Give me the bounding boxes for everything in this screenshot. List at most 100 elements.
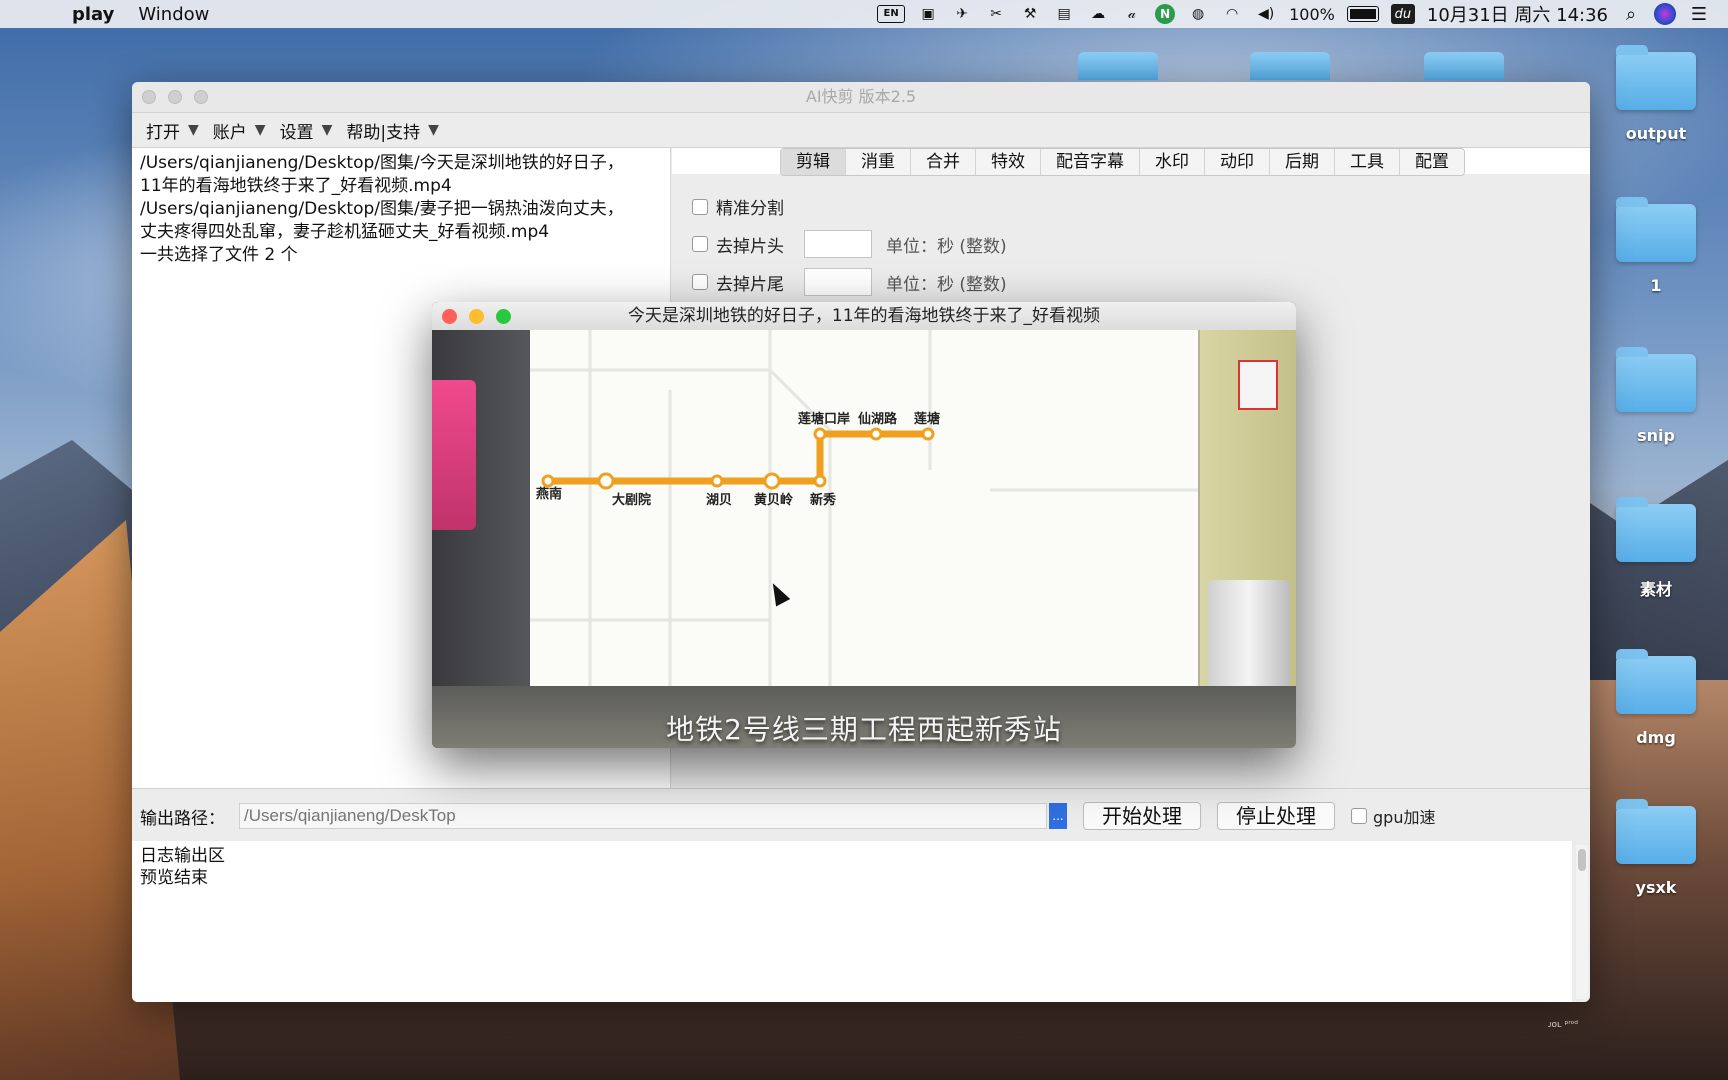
wechat-icon[interactable]: ◍ — [1187, 4, 1209, 24]
list-icon[interactable]: ☰ — [1688, 4, 1710, 25]
menu-settings[interactable]: 设置 ▼ — [280, 118, 333, 143]
send-icon[interactable]: ✈ — [951, 4, 973, 24]
trim-head-checkbox[interactable] — [692, 236, 708, 252]
station-label-liantangkouan: 莲塘口岸 — [798, 411, 850, 427]
desktop-folder-output[interactable]: output — [1590, 45, 1722, 143]
tab-dedup[interactable]: 消重 — [845, 149, 910, 175]
file-list-line: /Users/qianjianeng/Desktop/图集/妻子把一锅热油泼向丈… — [140, 199, 624, 219]
gpu-accel-option[interactable]: gpu加速 — [1351, 804, 1435, 828]
tab-edit[interactable]: 剪辑 — [781, 149, 845, 175]
option-trim-tail: 去掉片尾 单位：秒 (整数) — [692, 268, 1007, 296]
folder-label: snip — [1637, 426, 1675, 445]
folder-icon[interactable] — [1424, 52, 1504, 80]
folder-icon[interactable] — [1250, 52, 1330, 80]
app-menu-play[interactable]: play — [72, 4, 114, 25]
caret-down-icon: ▼ — [321, 122, 333, 138]
scissors-icon[interactable]: ✂ — [985, 4, 1007, 24]
log-line: 日志输出区 — [140, 846, 225, 866]
station-dot — [869, 427, 883, 441]
menu-open[interactable]: 打开 ▼ — [146, 118, 199, 143]
browse-button[interactable]: ... — [1049, 803, 1067, 829]
log-output[interactable]: 日志输出区 预览结束 — [132, 841, 1572, 1002]
menu-account[interactable]: 账户 ▼ — [213, 118, 266, 143]
trim-tail-label: 去掉片尾 — [716, 274, 784, 295]
minimize-button[interactable] — [168, 90, 182, 104]
metro-map-graphic: 燕南 大剧院 湖贝 黄贝岭 新秀 莲塘口岸 仙湖路 莲塘 — [530, 330, 1198, 686]
menu-help[interactable]: 帮助|支持 ▼ — [346, 118, 439, 143]
desktop-folder-1[interactable]: 1 — [1590, 197, 1722, 295]
menu-window[interactable]: Window — [138, 4, 209, 25]
station-label-xinxiu: 新秀 — [810, 492, 837, 508]
preview-zoom-button[interactable] — [496, 309, 511, 324]
folder-icon — [1616, 497, 1696, 562]
option-precise-split[interactable]: 精准分割 — [692, 194, 784, 219]
station-dot — [813, 427, 827, 441]
desktop-folder-snip[interactable]: snip — [1590, 347, 1722, 445]
tab-config[interactable]: 配置 — [1399, 149, 1464, 175]
preview-titlebar[interactable]: 今天是深圳地铁的好日子，11年的看海地铁终于来了_好看视频 — [432, 302, 1296, 331]
window-titlebar[interactable]: AI快剪 版本2.5 — [132, 82, 1590, 113]
tab-dubbing-subtitles[interactable]: 配音字幕 — [1040, 149, 1139, 175]
tab-tools[interactable]: 工具 — [1334, 149, 1399, 175]
tab-watermark[interactable]: 水印 — [1139, 149, 1204, 175]
station-label-dajuyuan: 大剧院 — [612, 492, 651, 508]
menu-help-label: 帮助|支持 — [346, 122, 421, 143]
preview-minimize-button[interactable] — [469, 309, 484, 324]
station-label-xianhulu: 仙湖路 — [858, 411, 898, 427]
menu-account-label: 账户 — [212, 122, 247, 143]
folder-label: 1 — [1650, 276, 1662, 295]
output-path-input[interactable] — [239, 803, 1047, 829]
tab-dynamic-print[interactable]: 动印 — [1204, 149, 1269, 175]
stop-processing-button[interactable]: 停止处理 — [1217, 802, 1335, 830]
file-count-text: 一共选择了文件 2 个 — [140, 245, 298, 265]
system-menu-bar: play Window EN ▣ ✈ ✂ ⚒ ▤ ☁ 𝒶 N ◍ ◠ ◀) 10… — [0, 0, 1728, 28]
screen-record-icon[interactable]: ▣ — [917, 4, 939, 24]
desktop-folder-dmg[interactable]: dmg — [1590, 649, 1722, 747]
docker-icon[interactable]: ▤ — [1053, 4, 1075, 24]
log-scrollbar[interactable] — [1576, 845, 1588, 999]
zoom-button[interactable] — [194, 90, 208, 104]
trim-head-seconds-input[interactable] — [804, 230, 872, 258]
trim-head-unit: 单位：秒 (整数) — [886, 236, 1007, 257]
siri-icon[interactable] — [1654, 3, 1676, 25]
input-source-icon[interactable]: EN — [877, 5, 906, 23]
function-tabs: 剪辑 消重 合并 特效 配音字幕 水印 动印 后期 工具 配置 — [780, 148, 1465, 176]
station-label-huangbeiling: 黄贝岭 — [754, 492, 793, 508]
green-n-icon[interactable]: N — [1155, 4, 1176, 24]
log-line: 预览结束 — [140, 868, 208, 888]
tool-icon[interactable]: ⚒ — [1019, 4, 1041, 24]
station-label-hubei: 湖贝 — [706, 493, 732, 508]
folder-icon — [1616, 197, 1696, 262]
desktop-folder-ysxk[interactable]: ysxk — [1590, 799, 1722, 897]
folder-icon[interactable] — [1078, 52, 1158, 80]
folder-icon — [1616, 347, 1696, 412]
du-icon[interactable]: du — [1390, 4, 1415, 24]
cloud-icon[interactable]: ☁ — [1087, 4, 1109, 24]
gpu-accel-checkbox[interactable] — [1351, 808, 1367, 824]
preview-close-button[interactable] — [442, 309, 457, 324]
battery-icon[interactable] — [1346, 6, 1379, 22]
desktop-folder-sucai[interactable]: 素材 — [1590, 497, 1722, 600]
start-processing-button[interactable]: 开始处理 — [1083, 802, 1201, 830]
tab-post[interactable]: 后期 — [1269, 149, 1334, 175]
trim-tail-checkbox[interactable] — [692, 274, 708, 290]
no-smoking-sign-icon — [1238, 360, 1278, 410]
trim-tail-seconds-input[interactable] — [804, 268, 872, 296]
trim-tail-unit: 单位：秒 (整数) — [886, 274, 1007, 295]
search-icon[interactable]: ⌕ — [1620, 4, 1642, 25]
tab-effects[interactable]: 特效 — [975, 149, 1040, 175]
folder-label: output — [1625, 124, 1687, 143]
precise-split-checkbox[interactable] — [692, 198, 708, 215]
volume-icon[interactable]: ◀) — [1255, 4, 1277, 24]
menu-open-label: 打开 — [146, 122, 180, 143]
alfred-icon[interactable]: 𝒶 — [1121, 4, 1143, 24]
station-dot — [763, 472, 781, 490]
wifi-icon[interactable]: ◠ — [1221, 4, 1243, 24]
video-preview-window: 今天是深圳地铁的好日子，11年的看海地铁终于来了_好看视频 燕南 大剧院 湖贝 … — [432, 302, 1296, 748]
trim-head-label: 去掉片头 — [716, 236, 784, 257]
output-path-row: 输出路径： ... 开始处理 停止处理 gpu加速 — [140, 801, 1435, 831]
clock[interactable]: 10月31日 周六 14:36 — [1427, 1, 1608, 27]
close-button[interactable] — [142, 90, 156, 104]
video-frame[interactable]: 燕南 大剧院 湖贝 黄贝岭 新秀 莲塘口岸 仙湖路 莲塘 地铁2号线三期工程西起… — [432, 330, 1296, 748]
tab-merge[interactable]: 合并 — [910, 149, 975, 175]
